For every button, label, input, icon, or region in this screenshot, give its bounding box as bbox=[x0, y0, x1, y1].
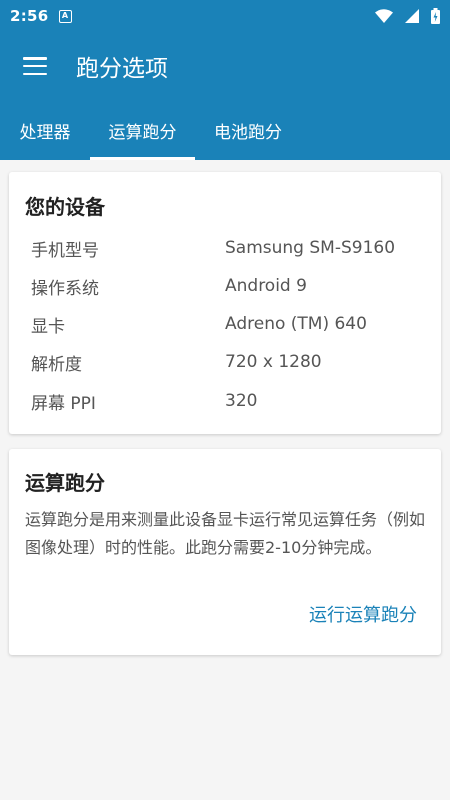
signal-icon bbox=[405, 9, 419, 23]
card-title: 您的设备 bbox=[25, 195, 105, 219]
spec-row-resolution: 解析度 720 x 1280 bbox=[9, 343, 441, 381]
menu-button[interactable] bbox=[0, 32, 70, 100]
spec-label: 显卡 bbox=[31, 316, 65, 337]
spec-label: 操作系统 bbox=[31, 278, 99, 299]
tab-compute-benchmark[interactable]: 运算跑分 bbox=[90, 100, 195, 160]
spec-row-ppi: 屏幕 PPI 320 bbox=[9, 382, 441, 420]
app-title: 跑分选项 bbox=[76, 56, 168, 82]
battery-icon bbox=[431, 8, 440, 24]
spec-row-model: 手机型号 Samsung SM-S9160 bbox=[9, 229, 441, 267]
app-bar: 跑分选项 bbox=[0, 32, 450, 100]
status-icons bbox=[375, 8, 440, 24]
tab-label: 电池跑分 bbox=[214, 122, 282, 143]
spec-value: 320 bbox=[225, 391, 258, 411]
tab-battery-benchmark[interactable]: 电池跑分 bbox=[195, 100, 301, 160]
spec-row-gpu: 显卡 Adreno (TM) 640 bbox=[9, 305, 441, 343]
status-bar: 2:56 A bbox=[0, 0, 450, 32]
status-time: 2:56 bbox=[10, 7, 49, 25]
spec-row-os: 操作系统 Android 9 bbox=[9, 267, 441, 305]
benchmark-description: 运算跑分是用来测量此设备显卡运行常见运算任务（例如图像处理）时的性能。此跑分需要… bbox=[25, 510, 426, 557]
spec-label: 手机型号 bbox=[31, 240, 99, 261]
wifi-icon bbox=[375, 9, 393, 23]
spec-value: Samsung SM-S9160 bbox=[225, 238, 396, 258]
spec-label: 屏幕 PPI bbox=[31, 393, 96, 414]
tab-processor[interactable]: 处理器 bbox=[0, 100, 90, 160]
device-info-card: 您的设备 手机型号 Samsung SM-S9160 操作系统 Android … bbox=[9, 172, 441, 434]
spec-label: 解析度 bbox=[31, 354, 82, 375]
spec-value: Android 9 bbox=[225, 276, 307, 296]
tab-bar: 处理器 运算跑分 电池跑分 bbox=[0, 100, 450, 160]
menu-icon bbox=[23, 57, 47, 75]
spec-value: 720 x 1280 bbox=[225, 352, 322, 372]
tab-label: 运算跑分 bbox=[108, 122, 177, 143]
tab-label: 处理器 bbox=[19, 122, 71, 143]
compute-benchmark-card: 运算跑分 运算跑分是用来测量此设备显卡运行常见运算任务（例如图像处理）时的性能。… bbox=[9, 449, 441, 655]
card-title: 运算跑分 bbox=[25, 471, 105, 495]
run-benchmark-button[interactable]: 运行运算跑分 bbox=[309, 601, 417, 627]
spec-value: Adreno (TM) 640 bbox=[225, 314, 367, 334]
notification-icon: A bbox=[58, 9, 72, 23]
